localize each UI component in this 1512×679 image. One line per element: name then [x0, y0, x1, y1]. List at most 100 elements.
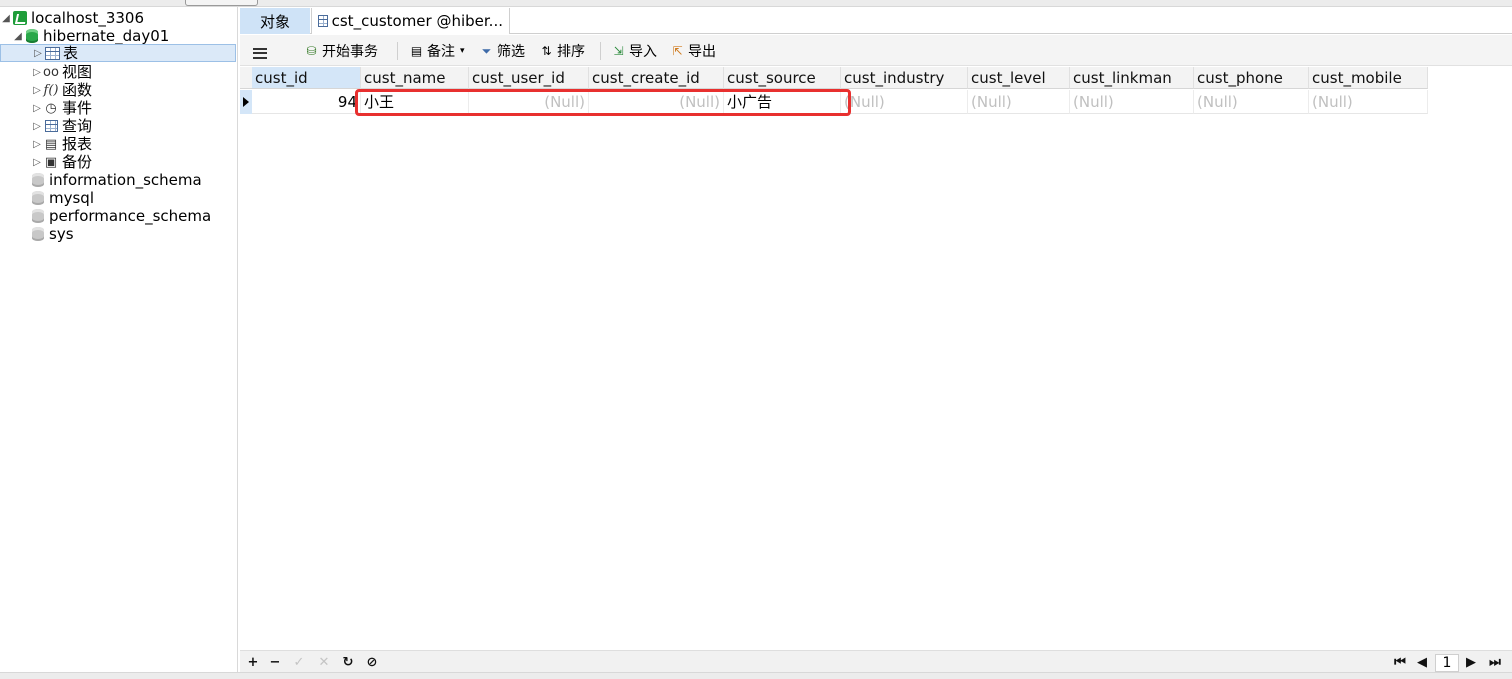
top-strip [0, 0, 1512, 7]
last-page-button[interactable]: ⏭ [1487, 654, 1503, 670]
export-button[interactable]: ⇱ 导出 [670, 42, 716, 60]
column-header-cust-linkman[interactable]: cust_linkman [1070, 67, 1194, 89]
cell-cust-linkman[interactable]: (Null) [1070, 90, 1194, 114]
column-header-cust-phone[interactable]: cust_phone [1194, 67, 1309, 89]
plus-icon: + [247, 654, 259, 670]
column-header-cust-name[interactable]: cust_name [361, 67, 469, 89]
tree-item-reports[interactable]: ▷ ▤ 报表 [0, 135, 236, 153]
database-label: performance_schema [49, 207, 212, 225]
cell-cust-user-id[interactable]: (Null) [469, 90, 589, 114]
data-grid[interactable]: cust_id cust_name cust_user_id cust_crea… [240, 67, 1512, 650]
tree-item-functions[interactable]: ▷ f() 函数 [0, 81, 236, 99]
cell-cust-name[interactable]: 小王 [361, 90, 469, 114]
expand-arrow-icon[interactable]: ▷ [31, 85, 43, 96]
tab-bar: 对象 cst_customer @hiber... [240, 7, 1512, 34]
row-header-corner [240, 67, 252, 89]
tree-item-events[interactable]: ▷ ◷ 事件 [0, 99, 236, 117]
backup-icon: ▣ [44, 154, 58, 170]
tab-objects[interactable]: 对象 [240, 8, 310, 34]
function-icon: f() [43, 82, 59, 98]
import-button[interactable]: ⇲ 导入 [611, 42, 657, 60]
expand-arrow-icon[interactable]: ▷ [31, 157, 43, 168]
button-label: 备注 [427, 44, 455, 60]
column-header-cust-mobile[interactable]: cust_mobile [1309, 67, 1428, 89]
column-header-cust-industry[interactable]: cust_industry [841, 67, 968, 89]
tree-connection[interactable]: ◢ localhost_3306 [0, 9, 236, 27]
tree-item-label: 事件 [62, 99, 93, 117]
collapse-arrow-icon[interactable]: ◢ [0, 13, 12, 24]
apply-changes-button[interactable]: ✓ [291, 654, 307, 670]
collapse-arrow-icon[interactable]: ◢ [12, 31, 24, 42]
page-number-field[interactable]: 1 [1435, 654, 1459, 672]
column-header-cust-user-id[interactable]: cust_user_id [469, 67, 589, 89]
cell-cust-create-id[interactable]: (Null) [589, 90, 724, 114]
sort-button[interactable]: ⇅ 排序 [539, 42, 585, 60]
cell-cust-id[interactable]: 94 [252, 90, 361, 114]
filter-button[interactable]: ⏷ 筛选 [479, 42, 525, 61]
column-header-cust-create-id[interactable]: cust_create_id [589, 67, 724, 89]
button-label: 排序 [557, 44, 585, 60]
add-record-button[interactable]: + [245, 654, 261, 670]
first-page-button[interactable]: ⏮ [1392, 654, 1408, 670]
menu-button[interactable] [253, 44, 267, 62]
table-icon [318, 15, 328, 27]
table-icon [44, 46, 60, 60]
previous-page-button[interactable]: ◀ [1414, 654, 1430, 670]
expand-arrow-icon[interactable]: ▷ [31, 67, 43, 78]
database-icon [30, 173, 46, 187]
column-header-cust-id[interactable]: cust_id [252, 67, 361, 89]
toolbar-divider [600, 42, 601, 60]
table-row[interactable]: 94 小王 (Null) (Null) 小广告 (Null) (Null) (N… [240, 90, 1428, 114]
tree-item-tables[interactable]: ▷ 表 [0, 44, 236, 62]
expand-arrow-icon[interactable]: ▷ [32, 48, 44, 59]
tree-item-views[interactable]: ▷ oo 视图 [0, 63, 236, 81]
toolbar: ⛁ 开始事务 ▤ 备注 ▾ ⏷ 筛选 ⇅ 排序 ⇲ 导入 ⇱ 导出 [240, 35, 1512, 66]
sort-icon: ⇅ [541, 44, 552, 58]
cell-cust-source[interactable]: 小广告 [724, 90, 841, 114]
check-icon: ✓ [293, 654, 305, 670]
tree-database-mysql[interactable]: mysql [0, 189, 236, 207]
tree-item-label: 视图 [62, 63, 93, 81]
report-icon: ▤ [44, 136, 58, 152]
toolbar-divider [397, 42, 398, 60]
cell-cust-level[interactable]: (Null) [968, 90, 1070, 114]
connection-label: localhost_3306 [31, 9, 145, 27]
expand-arrow-icon[interactable]: ▷ [31, 139, 43, 150]
current-row-indicator[interactable] [240, 90, 252, 114]
close-icon: ✕ [318, 654, 330, 670]
tree-item-backups[interactable]: ▷ ▣ 备份 [0, 153, 236, 171]
tree-database[interactable]: ◢ hibernate_day01 [0, 27, 236, 45]
expand-arrow-icon[interactable]: ▷ [31, 121, 43, 132]
database-icon [30, 227, 46, 241]
next-page-button[interactable]: ▶ [1463, 654, 1479, 670]
top-button-edge[interactable] [185, 0, 258, 6]
tree-item-queries[interactable]: ▷ 查询 [0, 117, 236, 135]
tree-database-performance-schema[interactable]: performance_schema [0, 207, 236, 225]
import-icon: ⇲ [613, 44, 624, 58]
hamburger-icon [253, 47, 267, 59]
stop-button[interactable]: ⊘ [364, 654, 380, 670]
column-header-cust-source[interactable]: cust_source [724, 67, 841, 89]
delete-record-button[interactable]: − [267, 654, 283, 670]
tree-item-label: 函数 [62, 81, 93, 99]
tree-database-information-schema[interactable]: information_schema [0, 171, 236, 189]
tab-cst-customer[interactable]: cst_customer @hiber... [311, 8, 510, 34]
discard-changes-button[interactable]: ✕ [316, 654, 332, 670]
database-label: hibernate_day01 [43, 27, 170, 45]
refresh-button[interactable]: ↻ [340, 654, 356, 670]
cell-cust-mobile[interactable]: (Null) [1309, 90, 1428, 114]
tree-database-sys[interactable]: sys [0, 225, 236, 243]
memo-button[interactable]: ▤ 备注 ▾ [409, 42, 465, 60]
begin-transaction-button[interactable]: ⛁ 开始事务 [304, 42, 378, 60]
arrow-right-icon: ▶ [1466, 654, 1476, 670]
export-icon: ⇱ [672, 44, 683, 58]
column-header-cust-level[interactable]: cust_level [968, 67, 1070, 89]
database-icon [30, 191, 46, 205]
expand-arrow-icon[interactable]: ▷ [31, 103, 43, 114]
cell-cust-phone[interactable]: (Null) [1194, 90, 1309, 114]
transaction-icon: ⛁ [306, 44, 317, 58]
dropdown-arrow-icon[interactable]: ▾ [460, 46, 465, 56]
tree-item-label: 报表 [62, 135, 93, 153]
minus-icon: − [269, 654, 281, 670]
cell-cust-industry[interactable]: (Null) [841, 90, 968, 114]
